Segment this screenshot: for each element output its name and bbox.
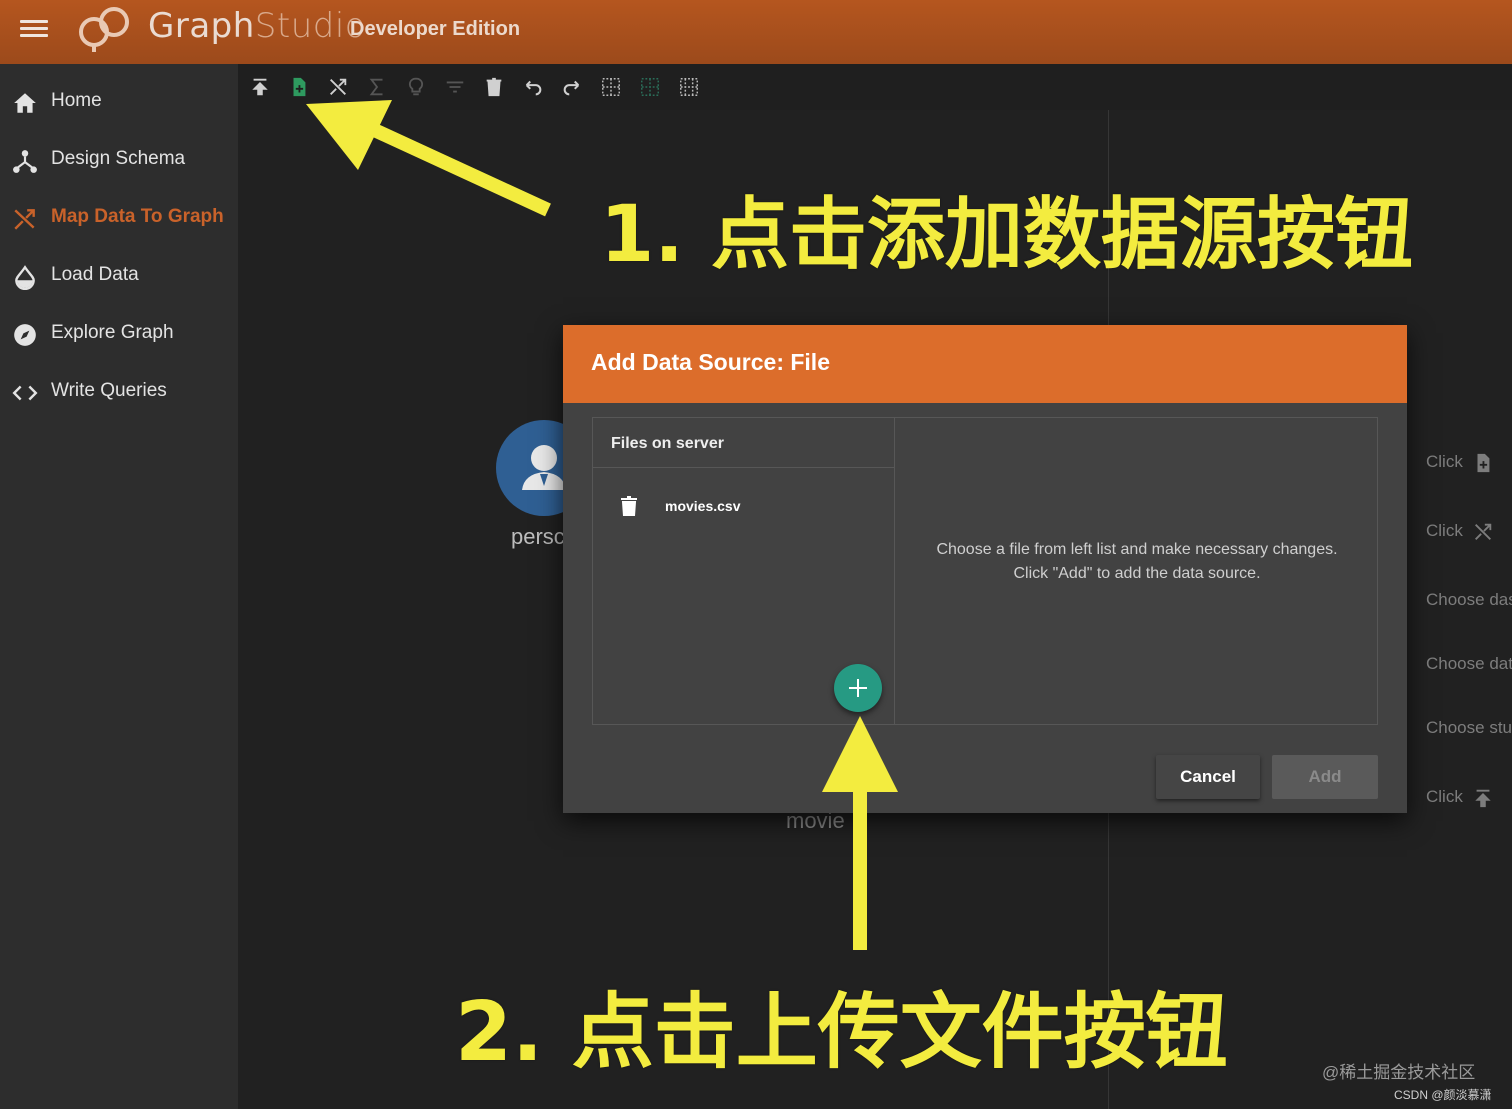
annotation-step-1: 1. 点击添加数据源按钮: [600, 190, 1414, 280]
annotation-step-2: 2. 点击上传文件按钮: [455, 985, 1228, 1080]
watermark: CSDN @颜淡慕潇: [1394, 1088, 1492, 1102]
arrow-1: [306, 100, 551, 217]
watermark: @稀土掘金技术社区: [1322, 1063, 1476, 1082]
arrow-2: [822, 716, 898, 950]
annotation-arrows: [306, 100, 898, 950]
